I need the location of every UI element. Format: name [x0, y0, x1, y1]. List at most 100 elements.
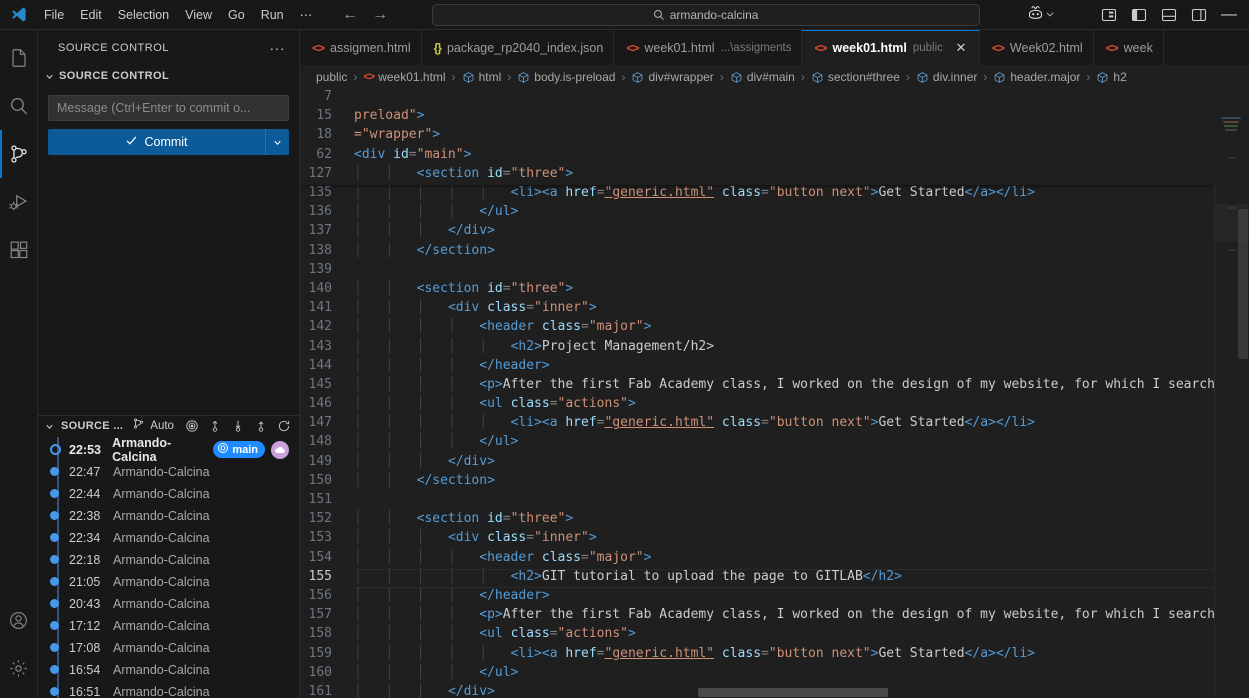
code-line[interactable]: 153 │ │ │ <div class="inner">	[300, 530, 1215, 549]
code-line[interactable]: 154 │ │ │ │ <header class="major">	[300, 550, 1215, 569]
window-minimize-button[interactable]: —	[1215, 4, 1243, 26]
code-line[interactable]: 150 │ │ </section>	[300, 473, 1215, 492]
close-icon[interactable]: ✕	[953, 40, 969, 56]
menu-go[interactable]: Go	[220, 4, 253, 26]
code-line[interactable]: 146 │ │ │ │ <ul class="actions">	[300, 396, 1215, 415]
go-back-icon[interactable]: ←	[342, 6, 358, 23]
ellipsis-icon[interactable]: ···	[264, 40, 292, 56]
code-line[interactable]: 137 │ │ │ </div>	[300, 223, 1215, 242]
editor-tab[interactable]: <> week	[1093, 30, 1164, 65]
menu-selection[interactable]: Selection	[110, 4, 177, 26]
code-line[interactable]: 18 ="wrapper">	[300, 127, 1215, 146]
code-line[interactable]: 141 │ │ │ <div class="inner">	[300, 300, 1215, 319]
code-line[interactable]: 15 preload">	[300, 108, 1215, 127]
breadcrumb-item[interactable]: div#main	[730, 70, 795, 84]
toggle-panel-left-icon[interactable]	[1095, 4, 1123, 26]
sticky-scroll[interactable]: 7 15 preload"> 18 ="wrapper"> 62 <div id="main…	[300, 89, 1215, 185]
breadcrumb-item[interactable]: div#wrapper	[631, 70, 714, 84]
commit-row[interactable]: 22:53 Armando-Calcina main	[38, 437, 299, 464]
code-line[interactable]: 142 │ │ │ │ <header class="major">	[300, 319, 1215, 338]
commit-row[interactable]: 20:43 Armando-Calcina	[38, 593, 299, 615]
toggle-panel-bottom-icon[interactable]	[1155, 4, 1183, 26]
commit-dropdown-button[interactable]	[265, 129, 289, 155]
commit-row[interactable]: 17:08 Armando-Calcina	[38, 637, 299, 659]
editor-tab[interactable]: <> Week02.html	[979, 30, 1094, 65]
code-line[interactable]: 135 │ │ │ │ │ <li><a href="generic.html" …	[300, 185, 1215, 204]
code-line[interactable]: 149 │ │ │ </div>	[300, 454, 1215, 473]
pull-down-icon[interactable]	[231, 419, 245, 433]
cloud-icon[interactable]	[271, 440, 289, 459]
commit-button[interactable]: Commit	[48, 129, 265, 155]
breadcrumb-item[interactable]: h2	[1096, 70, 1127, 84]
menu-file[interactable]: File	[36, 4, 72, 26]
minimap[interactable]	[1215, 89, 1249, 698]
code-line[interactable]: 62 <div id="main">	[300, 147, 1215, 166]
code-scroll-area[interactable]: 135 │ │ │ │ │ <li><a href="generic.html" …	[300, 89, 1215, 698]
fetch-icon[interactable]	[185, 419, 199, 433]
breadcrumb-item[interactable]: <> week01.html	[363, 70, 445, 84]
commit-row[interactable]: 22:44 Armando-Calcina	[38, 483, 299, 505]
push-icon[interactable]	[254, 419, 268, 433]
editor-tab[interactable]: <> assigmen.html	[300, 30, 422, 65]
code-line[interactable]: 138 │ │ </section>	[300, 243, 1215, 262]
activity-run-debug[interactable]	[0, 178, 38, 226]
toggle-secondary-sidebar-icon[interactable]	[1185, 4, 1213, 26]
toggle-primary-sidebar-icon[interactable]	[1125, 4, 1153, 26]
commit-row[interactable]: 16:51 Armando-Calcina	[38, 681, 299, 698]
code-line[interactable]: 155 │ │ │ │ │ <h2>GIT tutorial to upload …	[300, 568, 1215, 589]
activity-account[interactable]	[0, 596, 38, 644]
editor-tab[interactable]: <> week01.html public ✕	[802, 30, 980, 65]
commit-row[interactable]: 22:47 Armando-Calcina	[38, 461, 299, 483]
code-line[interactable]: 7	[300, 89, 1215, 108]
vertical-scrollbar-thumb[interactable]	[1238, 209, 1248, 359]
code-line[interactable]: 140 │ │ <section id="three">	[300, 281, 1215, 300]
editor-tab[interactable]: <> week01.html ...\assigments	[614, 30, 803, 65]
code-line[interactable]: 157 │ │ │ │ <p>After the first Fab Academ…	[300, 607, 1215, 626]
source-control-section-header[interactable]: SOURCE CONTROL	[38, 65, 299, 87]
copilot-status[interactable]	[1023, 4, 1059, 26]
code-line[interactable]: 136 │ │ │ │ </ul>	[300, 204, 1215, 223]
code-line[interactable]: 152 │ │ <section id="three">	[300, 511, 1215, 530]
code-line[interactable]: 144 │ │ │ │ </header>	[300, 358, 1215, 377]
activity-source-control[interactable]	[0, 130, 38, 178]
command-center-search[interactable]: armando-calcina	[431, 3, 980, 26]
activity-explorer[interactable]	[0, 34, 38, 82]
commit-row[interactable]: 22:34 Armando-Calcina	[38, 527, 299, 549]
go-forward-icon[interactable]: →	[372, 6, 388, 23]
code-line[interactable]: 160 │ │ │ │ </ul>	[300, 665, 1215, 684]
activity-search[interactable]	[0, 82, 38, 130]
menu-edit[interactable]: Edit	[72, 4, 110, 26]
source-control-graph-header[interactable]: SOURCE ... Auto	[38, 414, 299, 437]
refresh-icon[interactable]	[277, 419, 291, 433]
code-line[interactable]: 127 │ │ <section id="three">	[300, 166, 1215, 185]
horizontal-scrollbar-thumb[interactable]	[698, 688, 888, 697]
commit-row[interactable]: 16:54 Armando-Calcina	[38, 659, 299, 681]
commit-row[interactable]: 22:18 Armando-Calcina	[38, 549, 299, 571]
code-line[interactable]: 159 │ │ │ │ │ <li><a href="generic.html" …	[300, 646, 1215, 665]
horizontal-scrollbar[interactable]	[300, 688, 1181, 698]
commit-message-input[interactable]	[48, 95, 289, 121]
pull-icon[interactable]	[208, 419, 222, 433]
code-line[interactable]: 148 │ │ │ │ </ul>	[300, 434, 1215, 453]
activity-extensions[interactable]	[0, 226, 38, 274]
vertical-scrollbar[interactable]	[1235, 89, 1249, 698]
code-line[interactable]: 143 │ │ │ │ │ <h2>Project Management/h2>	[300, 339, 1215, 358]
commit-history-list[interactable]: 22:53 Armando-Calcina main 22:47 Armando-Cal…	[38, 436, 299, 698]
menu-more[interactable]: ⋯	[292, 4, 321, 26]
activity-settings[interactable]	[0, 644, 38, 692]
menu-view[interactable]: View	[177, 4, 220, 26]
commit-row[interactable]: 22:38 Armando-Calcina	[38, 505, 299, 527]
code-line[interactable]: 145 │ │ │ │ <p>After the first Fab Academ…	[300, 377, 1215, 396]
code-line[interactable]: 147 │ │ │ │ │ <li><a href="generic.html" …	[300, 415, 1215, 434]
menu-run[interactable]: Run	[253, 4, 292, 26]
code-line[interactable]: 139	[300, 262, 1215, 281]
branch-badge[interactable]: main	[213, 441, 265, 458]
commit-row[interactable]: 21:05 Armando-Calcina	[38, 571, 299, 593]
code-line[interactable]: 156 │ │ │ │ </header>	[300, 588, 1215, 607]
breadcrumb-item[interactable]: header.major	[993, 70, 1080, 84]
breadcrumb-item[interactable]: section#three	[811, 70, 900, 84]
commit-row[interactable]: 17:12 Armando-Calcina	[38, 615, 299, 637]
breadcrumb-item[interactable]: body.is-preload	[517, 70, 615, 84]
breadcrumb-item[interactable]: html	[462, 70, 501, 84]
breadcrumb-item[interactable]: public	[316, 70, 347, 84]
